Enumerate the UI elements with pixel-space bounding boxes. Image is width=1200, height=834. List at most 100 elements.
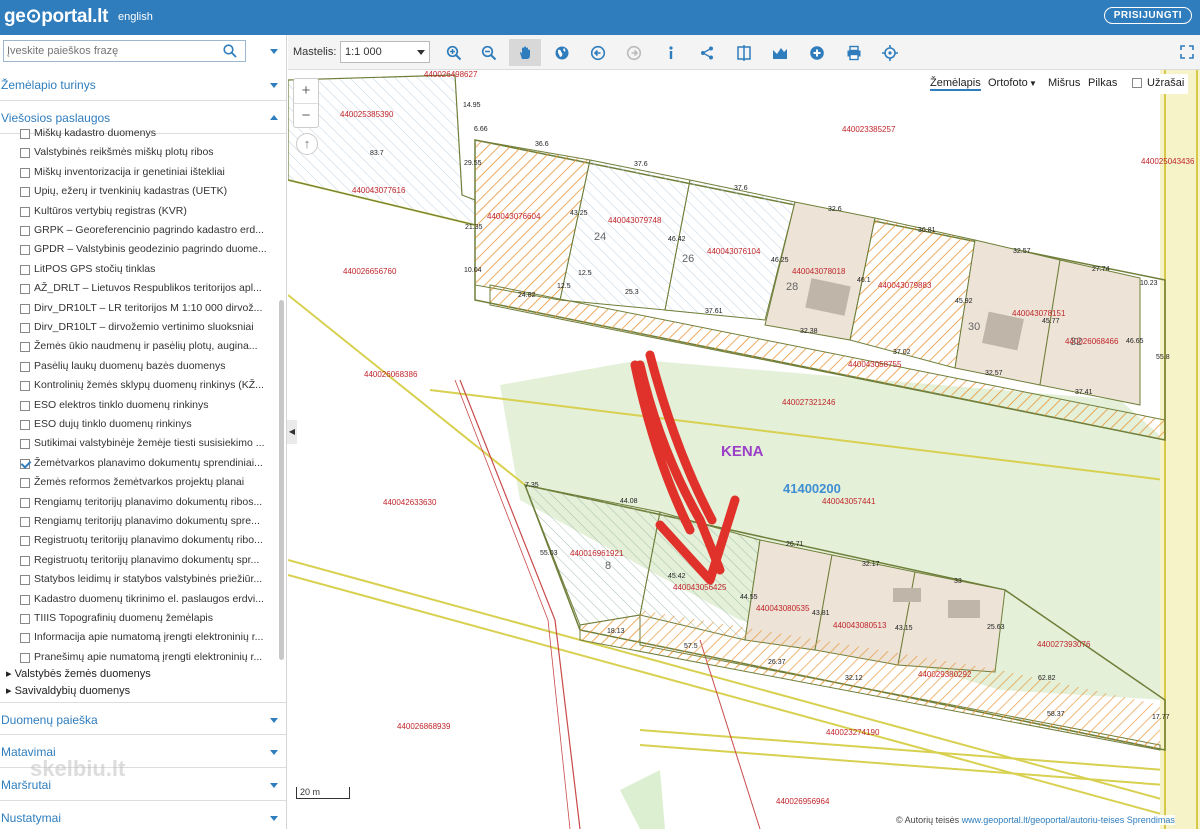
layer-checkbox[interactable]: [20, 517, 30, 527]
base-zemelapis[interactable]: Žemėlapis: [930, 77, 981, 91]
fullscreen-icon[interactable]: [1180, 45, 1194, 59]
share-icon[interactable]: [691, 39, 723, 66]
layer-checkbox[interactable]: [20, 497, 30, 508]
attribution: © Autorių teisės www.geoportal.lt/geopor…: [896, 815, 1175, 825]
layer-checkbox[interactable]: [20, 206, 30, 217]
layer-checkbox[interactable]: [20, 478, 30, 489]
layer-checkbox[interactable]: [20, 148, 30, 159]
layer-checkbox[interactable]: [20, 264, 30, 275]
tree-label: Valstybės žemės duomenys: [14, 668, 151, 680]
layer-checkbox[interactable]: [20, 323, 30, 333]
section-zemelapio-turinys[interactable]: Žemėlapio turinys: [0, 68, 286, 101]
compare-icon[interactable]: [728, 39, 760, 66]
layer-item[interactable]: Žemėtvarkos planavimo dokumentų sprendin…: [20, 455, 275, 474]
layer-checkbox[interactable]: [20, 614, 30, 624]
forward-arrow-icon[interactable]: [618, 39, 650, 66]
layer-item[interactable]: Dirv_DR10LT – LR teritorijos M 1:10 000 …: [20, 300, 275, 319]
layer-item[interactable]: GPDR – Valstybinis geodezinio pagrindo d…: [20, 241, 275, 260]
layer-item[interactable]: Pranešimų apie numatomą įrengti elektron…: [20, 649, 275, 668]
scrollbar[interactable]: [279, 300, 284, 660]
layer-checkbox[interactable]: [20, 575, 30, 586]
layer-checkbox[interactable]: [20, 594, 30, 605]
language-link[interactable]: english: [118, 11, 153, 23]
layer-item[interactable]: TIIIS Topografinių duomenų žemėlapis: [20, 610, 275, 629]
layer-checkbox[interactable]: [20, 284, 30, 295]
layer-item[interactable]: Žemės ūkio naudmenų ir pasėlių plotų, au…: [20, 338, 275, 357]
section-nustatymai[interactable]: Nustatymai: [0, 801, 286, 834]
login-button[interactable]: PRISIJUNGTI: [1103, 7, 1192, 24]
locate-icon[interactable]: [874, 39, 906, 66]
info-icon[interactable]: [655, 39, 687, 66]
layer-checkbox[interactable]: [20, 226, 30, 236]
layer-item[interactable]: GRPK – Georeferencinio pagrindo kadastro…: [20, 222, 275, 241]
map-zoom-in-button[interactable]: +: [294, 79, 318, 103]
layer-item[interactable]: Informacija apie numatomą įrengti elektr…: [20, 629, 275, 648]
search-icon[interactable]: [223, 44, 237, 58]
search-dropdown-icon[interactable]: [270, 49, 278, 54]
solution-link[interactable]: Sprendimas: [1127, 815, 1175, 825]
profile-chart-icon[interactable]: [764, 39, 796, 66]
add-icon[interactable]: [801, 39, 833, 66]
layer-checkbox[interactable]: [20, 342, 30, 353]
map-zoom-out-button[interactable]: −: [294, 103, 318, 127]
layer-checkbox[interactable]: [20, 303, 30, 314]
layer-item[interactable]: Dirv_DR10LT – dirvožemio vertinimo sluok…: [20, 319, 275, 338]
layer-checkbox[interactable]: [20, 652, 30, 663]
map-canvas[interactable]: 440026498627 440025385390 440023385257 4400…: [288, 70, 1200, 829]
layer-item[interactable]: AŽ_DRLT – Lietuvos Respublikos teritorij…: [20, 280, 275, 299]
layer-item[interactable]: Žemės reformos žemėtvarkos projektų plan…: [20, 474, 275, 493]
layer-item[interactable]: Valstybinės reikšmės miškų plotų ribos: [20, 144, 275, 163]
labels-checkbox[interactable]: [1132, 78, 1142, 88]
layer-item[interactable]: ESO elektros tinklo duomenų rinkinys: [20, 397, 275, 416]
pan-hand-icon[interactable]: [509, 39, 541, 66]
base-pilkas[interactable]: Pilkas: [1088, 77, 1117, 89]
collapse-sidebar-button[interactable]: ◀: [287, 420, 297, 444]
layer-item[interactable]: Registruotų teritorijų planavimo dokumen…: [20, 532, 275, 551]
back-arrow-icon[interactable]: [582, 39, 614, 66]
layer-checkbox[interactable]: [20, 633, 30, 644]
layer-item[interactable]: Rengiamų teritorijų planavimo dokumentų …: [20, 494, 275, 513]
layer-item[interactable]: Rengiamų teritorijų planavimo dokumentų …: [20, 513, 275, 532]
base-ortofoto[interactable]: Ortofoto: [988, 77, 1028, 89]
layer-item[interactable]: Registruotų teritorijų planavimo dokumen…: [20, 552, 275, 571]
layer-checkbox[interactable]: [20, 555, 30, 566]
layer-item[interactable]: Statybos leidimų ir statybos valstybinės…: [20, 571, 275, 590]
section-duomenu-paieska[interactable]: Duomenų paieška: [0, 702, 286, 735]
layer-checkbox[interactable]: [20, 187, 30, 198]
compass-icon[interactable]: ↑: [296, 133, 318, 155]
layer-item[interactable]: Sutikimai valstybinėje žemėje tiesti sus…: [20, 435, 275, 454]
layer-checkbox[interactable]: [20, 167, 30, 178]
dimension-label: 25.63: [987, 624, 1005, 631]
layer-checkbox[interactable]: [20, 400, 30, 411]
layer-checkbox[interactable]: [20, 536, 30, 547]
scale-select[interactable]: 1:1 000: [340, 41, 430, 63]
attribution-link[interactable]: www.geoportal.lt/geoportal/autoriu-teise…: [962, 815, 1125, 825]
layer-item[interactable]: Kontrolinių žemės sklypų duomenų rinkiny…: [20, 377, 275, 396]
globe-icon[interactable]: [546, 39, 578, 66]
layer-checkbox[interactable]: [20, 458, 30, 469]
layer-item[interactable]: Miškų inventorizacija ir genetiniai ište…: [20, 164, 275, 183]
layer-item[interactable]: ESO dujų tinklo duomenų rinkinys: [20, 416, 275, 435]
zoom-out-icon[interactable]: [473, 39, 505, 66]
layer-checkbox[interactable]: [20, 439, 30, 450]
zoom-in-icon[interactable]: [438, 39, 470, 66]
layer-checkbox[interactable]: [20, 420, 30, 430]
layer-checkbox[interactable]: [20, 381, 30, 392]
layer-item[interactable]: Kultūros vertybių registras (KVR): [20, 203, 275, 222]
base-misrus[interactable]: Mišrus: [1048, 77, 1080, 89]
print-icon[interactable]: [838, 39, 870, 66]
layer-item[interactable]: LitPOS GPS stočių tinklas: [20, 261, 275, 280]
layer-item[interactable]: Upių, ežerų ir tvenkinių kadastras (UETK…: [20, 183, 275, 202]
chevron-down-icon[interactable]: ▼: [1029, 79, 1037, 88]
layer-item[interactable]: Miškų kadastro duomenys: [20, 125, 275, 144]
layer-label: GPDR – Valstybinis geodezinio pagrindo d…: [34, 243, 267, 256]
search-input[interactable]: [4, 41, 214, 61]
tree-node-valstybes[interactable]: ▸ Valstybės žemės duomenys: [6, 667, 151, 680]
layer-checkbox[interactable]: [20, 361, 30, 372]
layer-item[interactable]: Kadastro duomenų tikrinimo el. paslaugos…: [20, 591, 275, 610]
layer-checkbox[interactable]: [20, 245, 30, 256]
layer-item[interactable]: Pasėlių laukų duomenų bazės duomenys: [20, 358, 275, 377]
layer-checkbox[interactable]: [20, 129, 30, 139]
geoportal-logo[interactable]: ge⊙portal.lt: [4, 5, 108, 28]
tree-node-savivaldybiu[interactable]: ▸ Savivaldybių duomenys: [6, 684, 130, 697]
